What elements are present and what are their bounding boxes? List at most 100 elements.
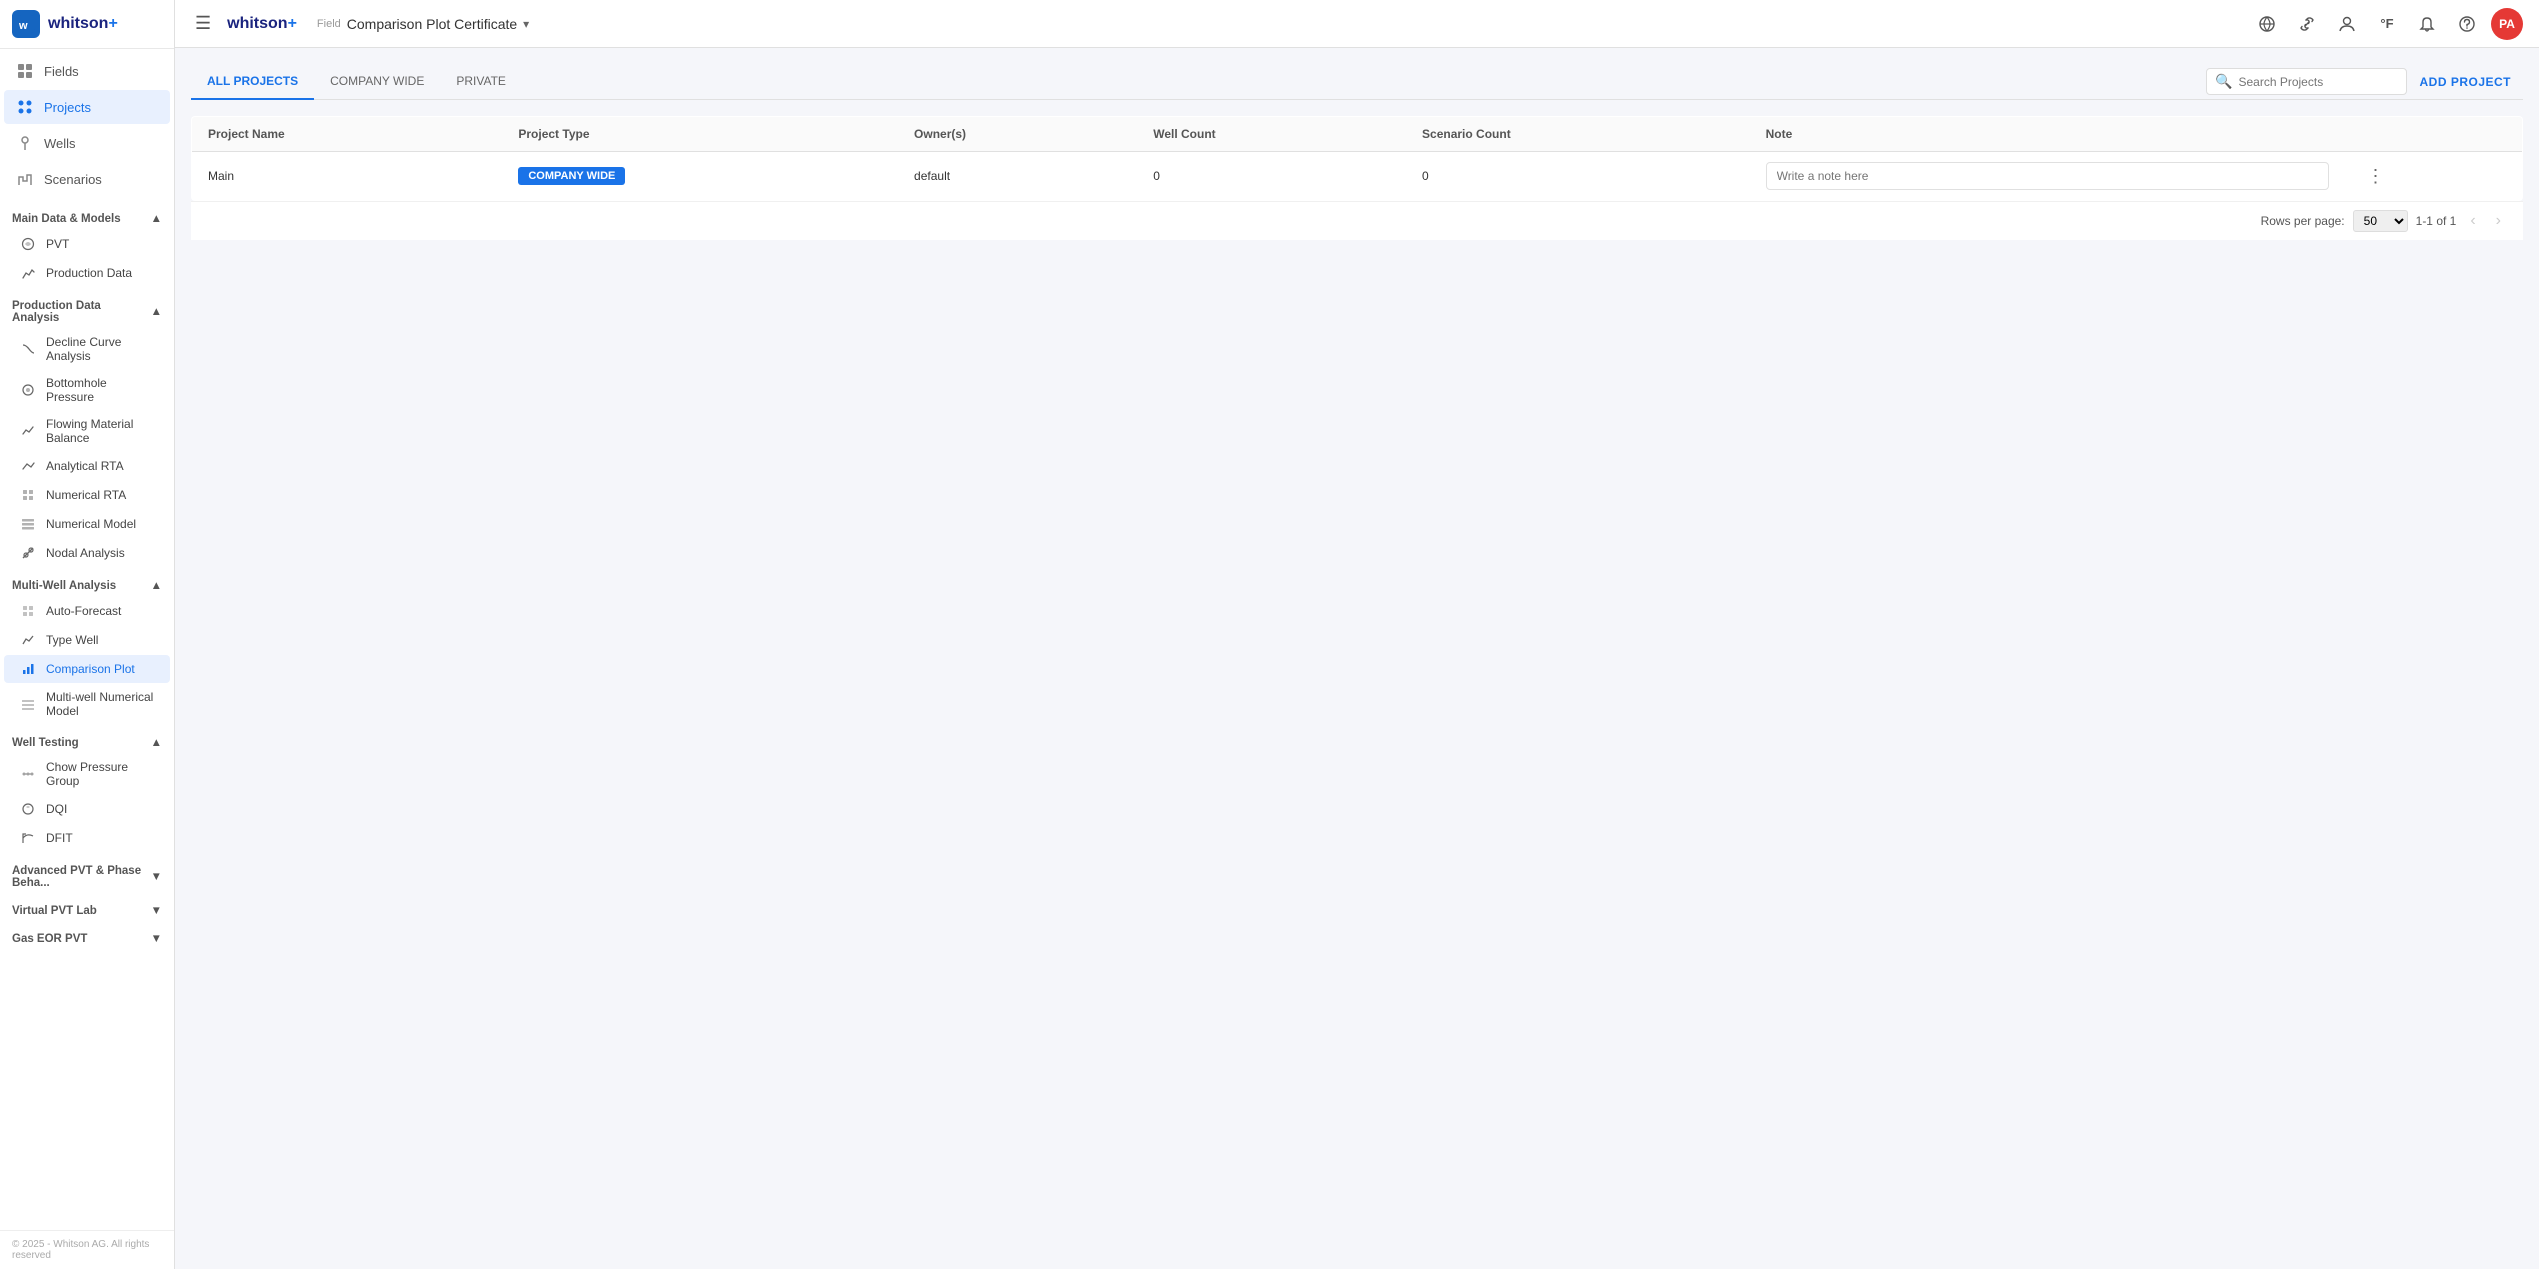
col-project-type: Project Type bbox=[502, 117, 898, 152]
cell-more-actions[interactable]: ⋮ bbox=[2345, 152, 2523, 201]
topbar: ☰ whitson+ Field Comparison Plot Certifi… bbox=[175, 0, 2539, 48]
section-advanced-pvt[interactable]: Advanced PVT & Phase Beha... ▼ bbox=[0, 857, 174, 893]
add-project-button[interactable]: ADD PROJECT bbox=[2407, 69, 2523, 95]
section-production-data-analysis-items: Decline Curve Analysis Bottomhole Pressu… bbox=[0, 328, 174, 568]
sidebar-item-scenarios[interactable]: Scenarios bbox=[4, 162, 170, 196]
section-virtual-pvt-lab[interactable]: Virtual PVT Lab ▼ bbox=[0, 897, 174, 921]
row-more-button[interactable]: ⋮ bbox=[2361, 164, 2391, 189]
sidebar-item-pvt[interactable]: PVT bbox=[4, 230, 170, 258]
sidebar-item-decline-curve[interactable]: Decline Curve Analysis bbox=[4, 329, 170, 369]
type-well-icon bbox=[20, 632, 36, 648]
menu-button[interactable]: ☰ bbox=[191, 9, 215, 38]
sidebar-logo[interactable]: w whitson+ bbox=[0, 0, 174, 49]
sidebar-item-chow-pressure[interactable]: Chow Pressure Group bbox=[4, 754, 170, 794]
projects-table: Project Name Project Type Owner(s) Well … bbox=[191, 116, 2523, 201]
breadcrumb-label: Field bbox=[317, 18, 341, 30]
col-scenario-count: Scenario Count bbox=[1406, 117, 1750, 152]
rows-per-page-label: Rows per page: bbox=[2261, 214, 2345, 228]
decline-curve-icon bbox=[20, 341, 36, 357]
chevron-up-icon-3: ▲ bbox=[151, 580, 162, 592]
globe-button[interactable] bbox=[2251, 8, 2283, 40]
help-button[interactable] bbox=[2451, 8, 2483, 40]
dqi-icon bbox=[20, 801, 36, 817]
pagination-prev-button[interactable]: ‹ bbox=[2464, 210, 2481, 232]
col-note: Note bbox=[1750, 117, 2345, 152]
dfit-icon bbox=[20, 830, 36, 846]
topbar-logo: whitson+ bbox=[227, 15, 297, 33]
sidebar-item-numerical-model[interactable]: Numerical Model bbox=[4, 510, 170, 538]
tab-private[interactable]: PRIVATE bbox=[440, 64, 522, 100]
scenarios-icon bbox=[16, 170, 34, 188]
sidebar-item-multi-well-numerical[interactable]: Multi-well Numerical Model bbox=[4, 684, 170, 724]
numerical-rta-icon bbox=[20, 487, 36, 503]
pvt-icon bbox=[20, 236, 36, 252]
sidebar-item-scenarios-label: Scenarios bbox=[44, 172, 102, 187]
col-actions bbox=[2345, 117, 2523, 152]
sidebar-item-dfit[interactable]: DFIT bbox=[4, 824, 170, 852]
section-well-testing[interactable]: Well Testing ▲ bbox=[0, 729, 174, 753]
section-multi-well-items: Auto-Forecast Type Well Comparison Plot … bbox=[0, 596, 174, 725]
col-owner: Owner(s) bbox=[898, 117, 1137, 152]
chevron-down-icon-7: ▼ bbox=[151, 933, 162, 945]
sidebar-item-auto-forecast[interactable]: Auto-Forecast bbox=[4, 597, 170, 625]
col-project-name: Project Name bbox=[192, 117, 503, 152]
search-input[interactable] bbox=[2238, 75, 2398, 89]
nodal-analysis-icon bbox=[20, 545, 36, 561]
projects-icon bbox=[16, 98, 34, 116]
cell-owner: default bbox=[898, 152, 1137, 201]
note-input[interactable] bbox=[1766, 162, 2329, 190]
sidebar-item-projects-label: Projects bbox=[44, 100, 91, 115]
sidebar-item-analytical-rta[interactable]: Analytical RTA bbox=[4, 452, 170, 480]
sidebar-item-comparison-plot[interactable]: Comparison Plot bbox=[4, 655, 170, 683]
section-well-testing-items: Chow Pressure Group DQI DFIT bbox=[0, 753, 174, 853]
numerical-model-icon bbox=[20, 516, 36, 532]
user-button[interactable] bbox=[2331, 8, 2363, 40]
user-avatar[interactable]: PA bbox=[2491, 8, 2523, 40]
cell-project-name: Main bbox=[192, 152, 503, 201]
col-well-count: Well Count bbox=[1137, 117, 1406, 152]
topbar-right: °F PA bbox=[2251, 8, 2523, 40]
tab-all-projects[interactable]: ALL PROJECTS bbox=[191, 64, 314, 100]
sidebar-item-bottomhole[interactable]: Bottomhole Pressure bbox=[4, 370, 170, 410]
bottomhole-icon bbox=[20, 382, 36, 398]
tab-company-wide[interactable]: COMPANY WIDE bbox=[314, 64, 440, 100]
sidebar-item-wells[interactable]: Wells bbox=[4, 126, 170, 160]
svg-text:w: w bbox=[18, 20, 28, 32]
cell-scenario-count: 0 bbox=[1406, 152, 1750, 201]
sidebar-item-numerical-rta[interactable]: Numerical RTA bbox=[4, 481, 170, 509]
sidebar-item-fields[interactable]: Fields bbox=[4, 54, 170, 88]
sidebar-item-dqi[interactable]: DQI bbox=[4, 795, 170, 823]
search-area: 🔍 bbox=[2206, 68, 2407, 95]
sidebar-footer: © 2025 - Whitson AG. All rights reserved bbox=[0, 1230, 174, 1269]
sidebar-item-flowing-material[interactable]: Flowing Material Balance bbox=[4, 411, 170, 451]
pagination-next-button[interactable]: › bbox=[2490, 210, 2507, 232]
notifications-button[interactable] bbox=[2411, 8, 2443, 40]
fields-icon bbox=[16, 62, 34, 80]
sidebar-item-nodal-analysis[interactable]: Nodal Analysis bbox=[4, 539, 170, 567]
section-production-data-analysis[interactable]: Production Data Analysis ▲ bbox=[0, 292, 174, 328]
sidebar-item-projects[interactable]: Projects bbox=[4, 90, 170, 124]
logo-text: whitson+ bbox=[48, 15, 118, 33]
chow-pressure-icon bbox=[20, 766, 36, 782]
cell-note[interactable] bbox=[1750, 152, 2345, 201]
sidebar-item-type-well[interactable]: Type Well bbox=[4, 626, 170, 654]
sidebar-top-nav: Fields Projects Wells Scenarios bbox=[0, 49, 174, 201]
chevron-up-icon: ▲ bbox=[151, 213, 162, 225]
temperature-button[interactable]: °F bbox=[2371, 8, 2403, 40]
sidebar-item-fields-label: Fields bbox=[44, 64, 79, 79]
rows-per-page-select[interactable]: 50 10 25 100 bbox=[2353, 210, 2408, 232]
tabs-row: ALL PROJECTS COMPANY WIDE PRIVATE 🔍 ADD … bbox=[191, 64, 2523, 100]
section-multi-well[interactable]: Multi-Well Analysis ▲ bbox=[0, 572, 174, 596]
section-main-data-models-items: PVT Production Data bbox=[0, 229, 174, 288]
auto-forecast-icon bbox=[20, 603, 36, 619]
sidebar-item-production-data[interactable]: Production Data bbox=[4, 259, 170, 287]
production-data-icon bbox=[20, 265, 36, 281]
section-gas-eor-pvt[interactable]: Gas EOR PVT ▼ bbox=[0, 925, 174, 949]
link-button[interactable] bbox=[2291, 8, 2323, 40]
breadcrumb-dropdown[interactable]: ▾ bbox=[523, 17, 529, 31]
search-icon: 🔍 bbox=[2215, 73, 2232, 90]
section-main-data-models[interactable]: Main Data & Models ▲ bbox=[0, 205, 174, 229]
chevron-up-icon-2: ▲ bbox=[151, 306, 162, 318]
search-box[interactable]: 🔍 bbox=[2206, 68, 2407, 95]
pagination-row: Rows per page: 50 10 25 100 1-1 of 1 ‹ › bbox=[191, 201, 2523, 240]
